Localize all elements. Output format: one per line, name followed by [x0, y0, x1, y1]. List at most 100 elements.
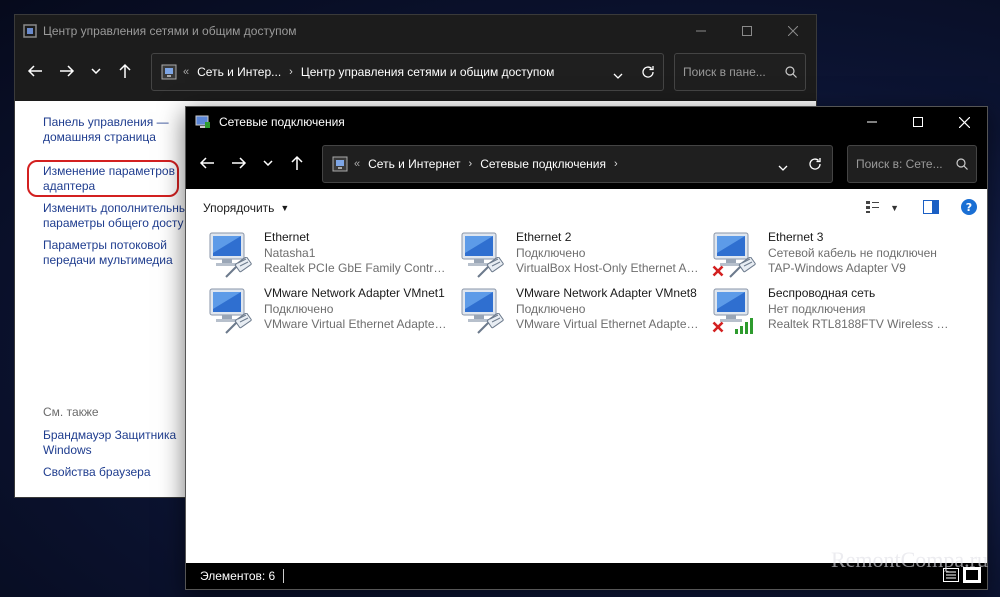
search-icon[interactable]	[948, 158, 976, 170]
connection-item[interactable]: Беспроводная сеть Нет подключения Realtek …	[708, 285, 958, 337]
connection-status: Подключено	[516, 301, 586, 316]
view-dropdown-caret-icon[interactable]: ▼	[890, 203, 899, 213]
breadcrumb-network-center[interactable]: Центр управления сетями и общим доступом	[301, 65, 555, 79]
media-link-line1: Параметры потоковой	[43, 238, 167, 252]
nc-maximize-button[interactable]	[895, 107, 941, 137]
breadcrumb-network-internet[interactable]: Сеть и Интер...	[197, 65, 281, 79]
cp-minimize-button[interactable]	[678, 15, 724, 47]
ethernet-cable-icon	[224, 312, 254, 338]
nc-search-placeholder: Поиск в: Сете...	[856, 157, 943, 171]
nc-address-bar[interactable]: « Сеть и Интернет › Сетевые подключения …	[322, 145, 833, 183]
cp-home-link[interactable]: Панель управления — домашняя страница	[43, 115, 169, 145]
svg-text:?: ?	[966, 201, 972, 214]
cp-home-link-line1: Панель управления —	[43, 115, 169, 129]
back-arrow-icon[interactable]	[19, 55, 51, 87]
nc-window-title: Сетевые подключения	[219, 115, 345, 129]
connection-item[interactable]: Ethernet 3 Сетевой кабель не подключен TAP…	[708, 229, 958, 281]
connection-item[interactable]: VMware Network Adapter VMnet8 Подключено V…	[456, 285, 706, 337]
up-arrow-icon[interactable]	[281, 147, 313, 179]
nc-titlebar[interactable]: Сетевые подключения	[186, 107, 987, 137]
connection-text: VMware Network Adapter VMnet1 Подключено V…	[264, 285, 449, 337]
disconnected-x-icon	[712, 265, 724, 280]
firewall-link[interactable]: Брандмауэр Защитника Windows	[43, 428, 176, 458]
address-dropdown-chevron-icon[interactable]	[613, 68, 623, 82]
connection-name: Ethernet	[264, 230, 310, 244]
connection-text: Беспроводная сеть Нет подключения Realtek …	[768, 285, 953, 337]
watermark-text: RemontCompa.ru	[830, 547, 988, 572]
address-overflow-chevron[interactable]: «	[354, 158, 360, 170]
breadcrumb-network-internet[interactable]: Сеть и Интернет	[368, 157, 460, 171]
breadcrumb-separator-icon[interactable]: ›	[614, 158, 618, 170]
connection-item[interactable]: VMware Network Adapter VMnet1 Подключено V…	[204, 285, 454, 337]
recent-locations-chevron-icon[interactable]	[255, 147, 281, 179]
nc-minimize-button[interactable]	[849, 107, 895, 137]
address-dropdown-chevron-icon[interactable]	[778, 160, 788, 174]
disconnected-x-icon	[712, 321, 724, 336]
organize-caret-icon: ▼	[280, 203, 290, 213]
connection-status: Нет подключения	[768, 301, 866, 316]
media-streaming-link[interactable]: Параметры потоковой передачи мультимедиа	[43, 238, 173, 268]
cp-address-bar[interactable]: « Сеть и Интер... › Центр управления сет…	[151, 53, 664, 91]
view-options-icon[interactable]	[866, 200, 880, 216]
connection-status: Natasha1	[264, 245, 316, 260]
connection-item[interactable]: Ethernet Natasha1 Realtek PCIe GbE Family …	[204, 229, 454, 281]
preview-pane-icon[interactable]	[923, 199, 939, 217]
search-icon[interactable]	[777, 66, 805, 78]
connection-device: VMware Virtual Ethernet Adapter ...	[264, 317, 449, 331]
ethernet-cable-icon	[224, 256, 254, 282]
cp-search-input[interactable]: Поиск в пане...	[674, 53, 806, 91]
ethernet-cable-icon	[476, 312, 506, 338]
connection-text: Ethernet Natasha1 Realtek PCIe GbE Family …	[264, 229, 449, 281]
signal-strength-icon	[734, 315, 756, 338]
connection-item[interactable]: Ethernet 2 Подключено VirtualBox Host-Only…	[456, 229, 706, 281]
sharing-link-line1: Изменить дополнительные	[43, 201, 195, 215]
item-count: Элементов: 6	[200, 569, 276, 583]
nc-close-button[interactable]	[941, 107, 987, 137]
network-adapter-icon	[708, 229, 760, 281]
cp-titlebar[interactable]: Центр управления сетями и общим доступом	[15, 15, 816, 47]
connection-name: Беспроводная сеть	[768, 286, 876, 300]
breadcrumb-network-connections[interactable]: Сетевые подключения	[480, 157, 606, 171]
connection-device: TAP-Windows Adapter V9	[768, 261, 906, 275]
advanced-sharing-settings-link[interactable]: Изменить дополнительные параметры общего…	[43, 201, 194, 231]
forward-arrow-icon[interactable]	[51, 55, 83, 87]
connection-status: Подключено	[516, 245, 586, 260]
connection-device: Realtek PCIe GbE Family Controller	[264, 261, 449, 275]
nc-command-bar: Упорядочить ▼ ▼ ?	[186, 189, 987, 227]
refresh-icon[interactable]	[808, 157, 822, 174]
organize-label: Упорядочить	[203, 201, 275, 215]
network-connections-icon	[332, 156, 348, 172]
connection-device: Realtek RTL8188FTV Wireless LAN ...	[768, 317, 953, 331]
cp-close-button[interactable]	[770, 15, 816, 47]
help-icon[interactable]: ?	[961, 198, 977, 218]
network-adapter-icon	[456, 229, 508, 281]
connection-status: Подключено	[264, 301, 334, 316]
network-connections-icon	[195, 114, 211, 130]
network-adapter-icon	[204, 229, 256, 281]
firewall-link-line1: Брандмауэр Защитника	[43, 428, 177, 442]
cp-search-placeholder: Поиск в пане...	[683, 65, 766, 79]
forward-arrow-icon[interactable]	[223, 147, 255, 179]
back-arrow-icon[interactable]	[191, 147, 223, 179]
refresh-icon[interactable]	[641, 65, 655, 82]
breadcrumb-separator-icon[interactable]: ›	[469, 158, 473, 170]
browser-properties-link[interactable]: Свойства браузера	[43, 465, 151, 480]
connection-name: VMware Network Adapter VMnet1	[264, 286, 445, 300]
recent-locations-chevron-icon[interactable]	[83, 55, 109, 87]
connection-name: Ethernet 2	[516, 230, 572, 244]
up-arrow-icon[interactable]	[109, 55, 141, 87]
connection-text: Ethernet 3 Сетевой кабель не подключен TAP…	[768, 229, 937, 281]
address-overflow-chevron[interactable]: «	[183, 66, 189, 78]
ethernet-cable-icon	[476, 256, 506, 282]
organize-menu-button[interactable]: Упорядочить ▼	[203, 201, 289, 215]
network-center-icon	[161, 64, 177, 80]
connection-device: VirtualBox Host-Only Ethernet Ad...	[516, 261, 701, 275]
highlight-annotation-ring	[27, 160, 179, 197]
network-connections-window: Сетевые подключения « Сеть и Интернет › …	[185, 106, 988, 590]
breadcrumb-separator-icon[interactable]: ›	[289, 66, 293, 78]
nc-search-input[interactable]: Поиск в: Сете...	[847, 145, 977, 183]
cp-maximize-button[interactable]	[724, 15, 770, 47]
media-link-line2: передачи мультимедиа	[43, 253, 173, 267]
cp-home-link-line2: домашняя страница	[43, 130, 156, 144]
network-adapter-icon	[204, 285, 256, 337]
